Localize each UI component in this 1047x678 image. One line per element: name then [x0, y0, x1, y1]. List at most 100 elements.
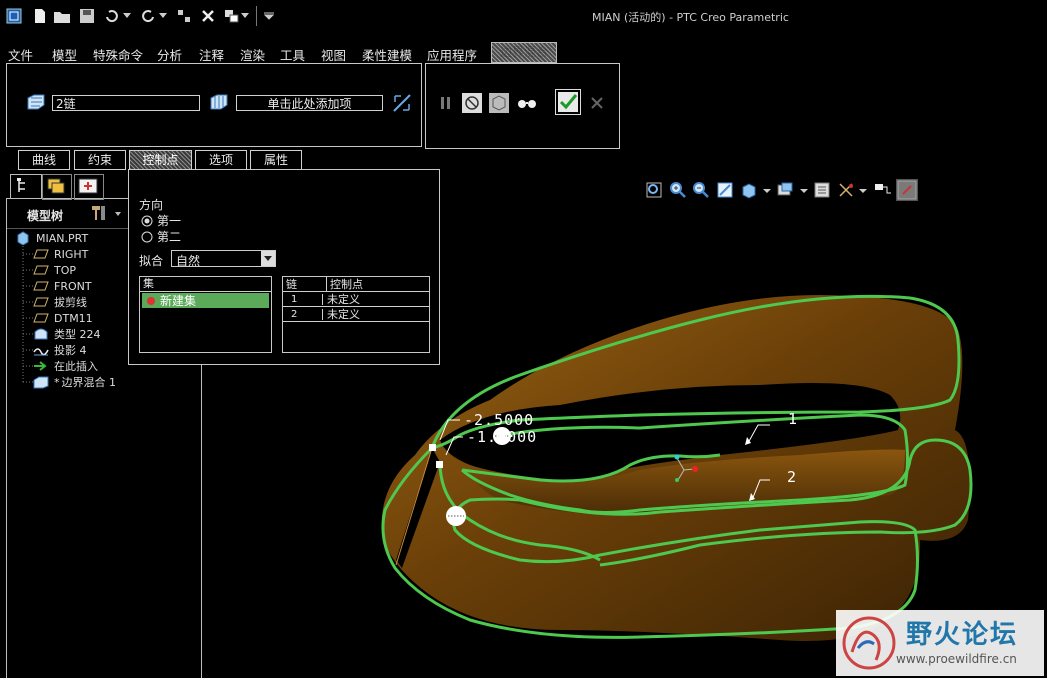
zoom-out-icon[interactable] [692, 181, 710, 199]
watermark: 野火论坛 www.proewildfire.cn [836, 610, 1044, 676]
tree-item-label: 在此插入 [54, 360, 98, 373]
menu-flexible[interactable]: 柔性建模 [362, 45, 412, 64]
tab-properties[interactable]: 属性 [250, 150, 302, 170]
chain-label-1: 1 [788, 410, 798, 428]
chain-start-marker[interactable] [429, 444, 436, 451]
watermark-logo [842, 616, 896, 670]
tree-item-projection[interactable]: 投影 4 [32, 342, 87, 358]
geometry-preview-icon[interactable] [489, 93, 509, 116]
sets-header: 集 [140, 277, 271, 292]
sets-list: 集 新建集 [139, 276, 272, 353]
tab-options[interactable]: 选项 [195, 150, 247, 170]
tree-item-label: 边界混合 1 [61, 376, 117, 389]
display-style-icon[interactable] [740, 181, 758, 199]
projection-icon [32, 343, 50, 357]
surface-icon [32, 327, 50, 341]
watermark-url: www.proewildfire.cn [896, 652, 1017, 666]
tree-settings-icon[interactable] [89, 203, 121, 226]
menu-render[interactable]: 渲染 [240, 45, 265, 64]
save-icon[interactable] [77, 6, 97, 26]
model-tree-label: 模型树 [27, 209, 64, 223]
direction-second-radio[interactable]: 第二 [141, 228, 181, 245]
quick-access-toolbar: MIAN (活动的) - PTC Creo Parametric [0, 0, 1047, 34]
tree-item-surface[interactable]: 类型 224 [32, 326, 101, 342]
view-manager-icon[interactable] [813, 181, 831, 199]
menu-model[interactable]: 模型 [52, 45, 77, 64]
tree-item-boundary-blend[interactable]: * 边界混合 1 [32, 374, 116, 390]
chevron-down-icon[interactable] [240, 6, 250, 26]
tree-item-label: 类型 224 [54, 328, 101, 341]
tree-item-dtm11[interactable]: DTM11 [32, 310, 93, 326]
saved-views-icon[interactable] [776, 181, 794, 199]
window-title: MIAN (活动的) - PTC Creo Parametric [592, 11, 789, 24]
tree-item-front[interactable]: FRONT [32, 278, 92, 294]
menu-analysis[interactable]: 分析 [157, 45, 182, 64]
open-folder-icon[interactable] [52, 6, 72, 26]
app-menu-icon[interactable] [4, 6, 24, 26]
regenerate-icon[interactable] [102, 6, 122, 26]
chain-col-header: 链 [283, 276, 327, 292]
verify-mode-icon[interactable] [516, 96, 538, 113]
datum-plane-icon [32, 311, 50, 325]
tab-boundary-blend[interactable]: 边界混合 [491, 42, 557, 63]
refit-icon[interactable] [645, 181, 663, 199]
chain-label-2: 2 [787, 468, 797, 486]
insert-star-glyph: * [54, 375, 60, 389]
chain-start-marker-2[interactable] [436, 461, 443, 468]
tree-item-insert-here[interactable]: 在此插入 [32, 358, 98, 374]
tab-curves[interactable]: 曲线 [18, 150, 70, 170]
first-direction-icon[interactable] [26, 93, 46, 114]
curve-options-icon[interactable] [391, 92, 413, 117]
direction-first-radio[interactable]: 第一 [141, 212, 181, 229]
menu-annotate[interactable]: 注释 [199, 45, 224, 64]
tree-item-draft-line[interactable]: 拔剪线 [32, 294, 87, 310]
spin-center-icon[interactable] [896, 179, 918, 201]
chevron-down-icon[interactable] [799, 181, 809, 199]
windows-icon[interactable] [222, 6, 242, 26]
new-file-icon[interactable] [30, 6, 50, 26]
model-viewport[interactable] [370, 285, 990, 655]
regen-manager-icon[interactable] [174, 6, 194, 26]
insert-arrow-icon [32, 359, 50, 373]
layers-tab-icon[interactable] [42, 174, 72, 200]
first-chain-collector[interactable]: 2链 [52, 95, 200, 111]
annotation-display-icon[interactable] [874, 181, 892, 199]
tree-item-label: 拔剪线 [54, 296, 87, 309]
no-preview-icon[interactable] [462, 93, 482, 116]
menu-tools[interactable]: 工具 [280, 45, 305, 64]
sets-list-item-label: 新建集 [160, 294, 197, 308]
direction-first-label: 第一 [157, 214, 182, 228]
tab-control-points[interactable]: 控制点 [129, 150, 192, 170]
close-window-icon[interactable] [198, 6, 218, 26]
zoom-in-icon[interactable] [669, 181, 687, 199]
chevron-down-icon[interactable] [122, 6, 132, 26]
datum-plane-icon [32, 263, 50, 277]
cancel-x-icon[interactable] [591, 97, 603, 112]
model-tree-tab-icon[interactable] [10, 174, 42, 199]
repaint-icon[interactable] [716, 181, 734, 199]
redo-icon[interactable] [138, 6, 158, 26]
dimension-label-1[interactable]: -2.5000 [464, 411, 534, 429]
chevron-down-icon[interactable] [261, 251, 275, 266]
menu-apps[interactable]: 应用程序 [427, 45, 477, 64]
datum-display-icon[interactable] [837, 181, 855, 199]
sets-list-item[interactable]: 新建集 [142, 293, 269, 308]
folder-tab-icon[interactable] [74, 174, 104, 200]
set-bullet-icon [147, 296, 155, 305]
chevron-down-icon[interactable] [762, 181, 772, 199]
chevron-down-icon[interactable] [858, 181, 868, 199]
tree-item-right[interactable]: RIGHT [32, 246, 88, 262]
menu-file[interactable]: 文件 [8, 45, 33, 64]
menu-view[interactable]: 视图 [321, 45, 346, 64]
second-direction-icon[interactable] [209, 93, 229, 114]
pause-icon[interactable] [439, 96, 453, 113]
fit-select[interactable]: 自然 [171, 250, 276, 268]
menu-special[interactable]: 特殊命令 [93, 45, 143, 64]
tab-constraints[interactable]: 约束 [74, 150, 126, 170]
customize-dropdown-icon[interactable] [262, 6, 276, 26]
confirm-check-icon[interactable] [555, 89, 581, 115]
chevron-down-icon[interactable] [158, 6, 168, 26]
second-chain-collector[interactable]: 单击此处添加项 [236, 95, 383, 111]
tree-item-top[interactable]: TOP [32, 262, 76, 278]
dimension-label-2[interactable]: -1.0000 [467, 428, 537, 446]
